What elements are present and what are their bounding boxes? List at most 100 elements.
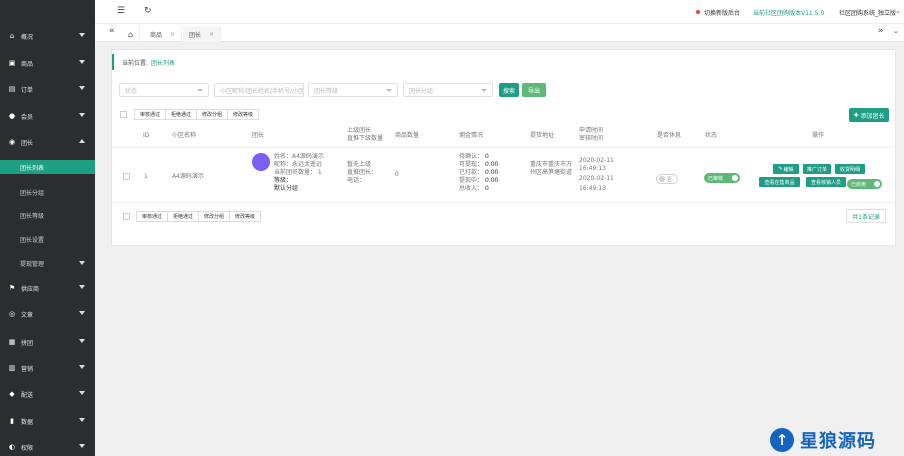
order-icon: ▤ [8,85,16,93]
group-select[interactable]: 团长分组 [403,83,493,97]
menu-toggle-icon[interactable]: ☰ [117,6,125,16]
view-sales-goods-button[interactable]: 查看在售商品 [759,177,800,187]
bulk-change-group-button[interactable]: 修改分组 [198,211,231,222]
sidebar-item-leader[interactable]: ◉ 团长 [0,135,95,149]
sidebar-sub-withdraw[interactable]: 提现管理 [0,256,95,270]
th-apply-time: 申请时间 [579,127,604,134]
sidebar-item-data[interactable]: ▮ 数据 [0,414,95,428]
commission-paid-value: 0.00 [485,169,499,176]
tab-scroll-right-icon[interactable]: » [878,26,884,36]
bulk-change-level-button[interactable]: 修改等级 [227,109,260,120]
view-couriers-button[interactable]: 查看核销人员 [806,177,846,187]
sidebar-item-goods[interactable]: ▣ 商品 [0,56,95,70]
breadcrumb-current[interactable]: 团长列表 [151,58,175,67]
caret-down-icon [197,89,203,92]
row-checkbox[interactable] [123,173,130,180]
chevron-down-icon [79,365,85,369]
th-audit-time: 审核时间 [579,135,604,142]
chevron-down-icon[interactable]: ⌄ [893,27,899,35]
sidebar-item-label: 订单 [21,86,34,94]
receipt-detail-button[interactable]: 收货明细 [835,164,865,174]
th-goods-count: 商品数量 [395,132,420,139]
breadcrumb-prefix: 当前位置: [122,59,149,67]
sidebar-item-members[interactable]: ● 会员 [0,109,95,123]
sidebar-item-permissions[interactable]: ◐ 权限 [0,440,95,454]
sidebar-sub-leader-level[interactable]: 团长等级 [0,208,95,222]
sidebar-sub-leader-group[interactable]: 团长分组 [0,185,95,199]
bulk-approve-button[interactable]: 审核通过 [136,211,169,222]
export-button[interactable]: 导出 [522,83,546,97]
sidebar-item-label: 商品 [21,60,34,68]
sidebar: ⌂ 概况 ▣ 商品 ▤ 订单 ● 会员 ◉ 团长 团长列表 团长分组 团长等级 … [0,0,95,456]
rest-toggle-label: 否 [667,176,673,183]
enabled-toggle[interactable]: 已启用 [847,179,882,189]
sidebar-item-delivery[interactable]: ◆ 配送 [0,387,95,401]
breadcrumb: 当前位置: 团长列表 [112,54,896,70]
leader-group: 默认分组 [274,185,299,192]
keyword-input-placeholder: 小区昵称/团长姓名/手机号/小区 [220,87,304,95]
status-select[interactable]: 状态 [119,83,209,97]
keyword-input[interactable]: 小区昵称/团长姓名/手机号/小区 [214,83,304,97]
level-select[interactable]: 团长等级 [308,83,398,97]
tab-home[interactable]: ⌂ [122,26,141,42]
sidebar-item-supplier[interactable]: ⚑ 供应商 [0,281,95,295]
close-icon[interactable]: × [170,31,175,38]
system-label[interactable]: 社区团购系统_独立版 [839,8,896,17]
edit-button-label: 编辑 [783,166,794,173]
sidebar-item-marketing[interactable]: ▥ 营销 [0,361,95,375]
bulk-approve-button[interactable]: 审核通过 [134,109,167,120]
chevron-down-icon[interactable]: ⌄ [895,7,901,15]
chevron-down-icon [79,444,85,448]
user-icon: ● [8,112,16,120]
bulk-reject-button[interactable]: 拒绝通过 [167,211,200,222]
watermark: ↑ 星狼源码 [770,423,904,456]
th-commission: 佣金情况 [459,132,484,139]
select-all-checkbox-bottom[interactable] [123,213,130,220]
close-icon[interactable]: × [209,31,214,38]
upper-phone: 电话： [347,177,366,184]
tab-label: 团长 [189,31,202,39]
bulk-change-group-button[interactable]: 修改分组 [196,109,229,120]
version-label: 当前社区团购版本V11.5.0 [753,10,825,17]
status-dot-icon [696,10,700,14]
chevron-down-icon [79,339,85,343]
sidebar-sub-leader-list[interactable]: 团长列表 [0,160,95,174]
tab-leader[interactable]: 团长 × [183,26,222,42]
tab-scroll-left-icon[interactable]: « [109,26,115,36]
status-toggle[interactable]: 已审核 [704,173,740,183]
top-bar: ☰ ↻ 切换新版后台 当前社区团购版本V11.5.0 社区团购系统_独立版 ⌄ [95,0,904,24]
promote-orders-button[interactable]: 推广订单 [803,164,831,174]
refresh-icon[interactable]: ↻ [144,6,152,16]
rest-toggle[interactable]: 否 [656,174,678,184]
sidebar-item-label: 供应商 [21,285,40,293]
search-button[interactable]: 搜索 [499,83,519,97]
chevron-down-icon [79,113,85,117]
sidebar-item-orders[interactable]: ▤ 订单 [0,82,95,96]
th-address: 提货地址 [530,132,555,139]
edit-button[interactable]: ✎ 编辑 [773,164,799,174]
truck-icon: ◆ [9,390,15,398]
add-leader-button[interactable]: ✚ 添加团长 [849,108,889,122]
select-all-checkbox[interactable] [120,111,127,118]
leader-member-count: 当前团员数量： 1 [274,169,322,176]
commission-withdrawing-label: 提现中： [459,177,484,184]
bulk-actions-bottom: 审核通过 拒绝通过 修改分组 修改等级 [136,211,262,222]
sidebar-sub-leader-settings[interactable]: 团长设置 [0,232,95,246]
sidebar-item-overview[interactable]: ⌂ 概况 [0,29,95,43]
chevron-down-icon [79,418,85,422]
bulk-reject-button[interactable]: 拒绝通过 [165,109,198,120]
switch-new-admin-link[interactable]: 切换新版后台 [704,8,740,17]
sidebar-item-label: 概况 [21,33,34,41]
chevron-up-icon [79,139,85,143]
watermark-text: 星狼源码 [800,430,876,452]
sidebar-sub-label: 团长分组 [20,189,45,197]
sidebar-item-groupbuy[interactable]: ▦ 拼团 [0,335,95,349]
th-status: 状态 [705,132,718,139]
status-select-placeholder: 状态 [125,87,138,95]
bulk-change-level-button[interactable]: 修改等级 [229,211,262,222]
tab-goods[interactable]: 商品 × [144,26,183,42]
commission-withdrawable-value: 0.00 [485,161,499,168]
chevron-down-icon [79,285,85,289]
sidebar-item-articles[interactable]: ◎ 文章 [0,307,95,321]
sidebar-item-label: 文章 [21,311,34,319]
